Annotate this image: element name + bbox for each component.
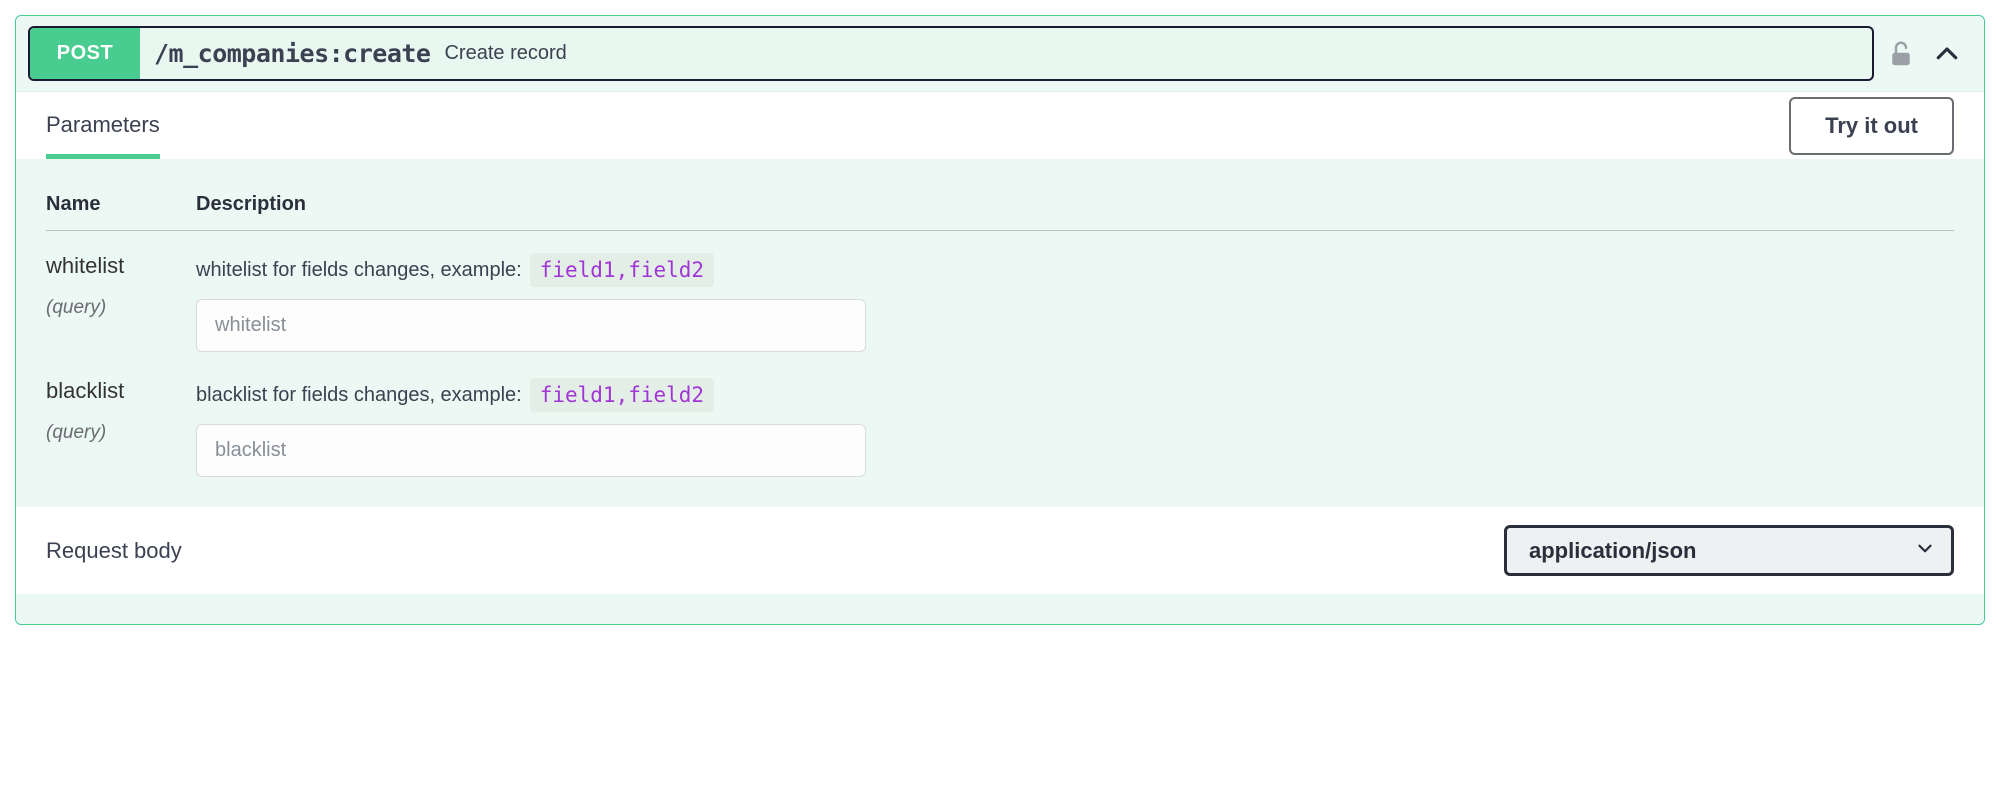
endpoint-path: /m_companies:create	[154, 39, 430, 68]
param-desc-cell: whitelist for fields changes, example: f…	[196, 253, 1954, 352]
param-description-text: blacklist for fields changes, example:	[196, 384, 522, 407]
http-method-badge: POST	[30, 28, 140, 79]
parameters-table: Name Description whitelist (query) white…	[16, 159, 1984, 507]
content-type-select-wrap: application/json	[1504, 525, 1954, 576]
code-example: field1,field2	[530, 253, 714, 287]
parameters-section-bar: Parameters Try it out	[16, 91, 1984, 159]
blacklist-input[interactable]	[196, 424, 866, 477]
param-description: blacklist for fields changes, example: f…	[196, 378, 1954, 412]
endpoint-summary: Create record	[444, 42, 566, 65]
chevron-up-icon[interactable]	[1932, 39, 1962, 69]
try-it-out-button[interactable]: Try it out	[1789, 97, 1954, 155]
content-type-select[interactable]: application/json	[1504, 525, 1954, 576]
whitelist-input[interactable]	[196, 299, 866, 352]
parameters-table-head: Name Description	[46, 193, 1954, 231]
param-name: whitelist	[46, 253, 196, 279]
unlock-icon[interactable]	[1888, 39, 1914, 69]
parameters-tab[interactable]: Parameters	[46, 92, 160, 159]
param-name-cell: whitelist (query)	[46, 253, 196, 319]
operation-header: POST /m_companies:create Create record	[16, 16, 1984, 91]
table-row: whitelist (query) whitelist for fields c…	[46, 253, 1954, 352]
col-header-description: Description	[196, 193, 1954, 216]
param-description: whitelist for fields changes, example: f…	[196, 253, 1954, 287]
operation-summary-row[interactable]: POST /m_companies:create Create record	[28, 26, 1874, 81]
code-example: field1,field2	[530, 378, 714, 412]
header-icons	[1888, 39, 1972, 69]
table-row: blacklist (query) blacklist for fields c…	[46, 378, 1954, 477]
spacer	[16, 594, 1984, 624]
param-location: (query)	[46, 422, 196, 444]
param-name: blacklist	[46, 378, 196, 404]
param-location: (query)	[46, 297, 196, 319]
col-header-name: Name	[46, 193, 196, 216]
param-desc-cell: blacklist for fields changes, example: f…	[196, 378, 1954, 477]
operation-block: POST /m_companies:create Create record P…	[15, 15, 1985, 625]
param-name-cell: blacklist (query)	[46, 378, 196, 444]
param-description-text: whitelist for fields changes, example:	[196, 259, 522, 282]
request-body-title: Request body	[46, 538, 182, 564]
request-body-bar: Request body application/json	[16, 507, 1984, 594]
